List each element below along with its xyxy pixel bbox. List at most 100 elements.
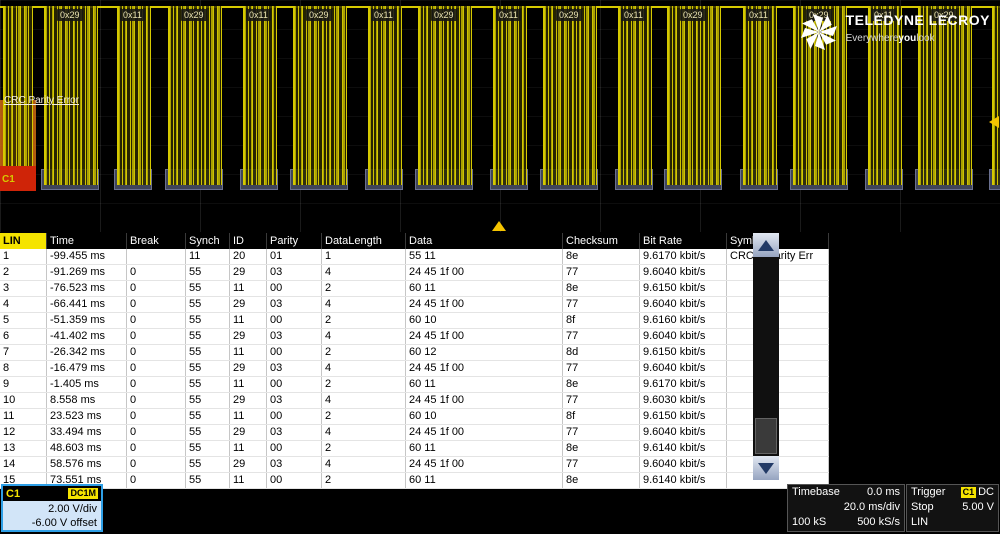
table-cell: 9.6170 kbit/s — [640, 377, 727, 393]
lin-frame-burst — [418, 6, 472, 185]
table-cell: 60 12 — [406, 345, 563, 361]
table-row[interactable]: 4-66.441 ms0552903424 45 1f 00779.6040 k… — [0, 297, 829, 313]
table-cell: 5 — [0, 313, 47, 329]
column-header-synch: Synch — [186, 233, 230, 249]
table-cell: 6 — [0, 329, 47, 345]
table-cell: 03 — [267, 297, 322, 313]
table-cell: 60 11 — [406, 377, 563, 393]
table-cell: 12 — [0, 425, 47, 441]
lin-frame-burst — [543, 6, 597, 185]
table-cell: 11 — [230, 473, 267, 489]
table-cell: 4 — [322, 297, 406, 313]
trigger-level-marker-icon[interactable] — [989, 116, 999, 128]
table-cell: 03 — [267, 425, 322, 441]
scroll-down-button[interactable] — [753, 456, 779, 480]
table-cell: 0 — [127, 265, 186, 281]
table-row[interactable]: 6-41.402 ms0552903424 45 1f 00779.6040 k… — [0, 329, 829, 345]
trigger-source-badge: C1 — [961, 487, 977, 498]
table-cell: 9.6150 kbit/s — [640, 409, 727, 425]
table-cell: 9.6150 kbit/s — [640, 345, 727, 361]
lin-frame-burst — [493, 6, 527, 185]
table-cell: 9.6140 kbit/s — [640, 473, 727, 489]
trigger-descriptor[interactable]: Trigger C1 DC Stop 5.00 V LIN — [906, 484, 999, 532]
table-row[interactable]: 108.558 ms0552903424 45 1f 00779.6030 kb… — [0, 393, 829, 409]
table-row[interactable]: 1458.576 ms0552903424 45 1f 00779.6040 k… — [0, 457, 829, 473]
table-cell: 33.494 ms — [47, 425, 127, 441]
table-cell: 00 — [267, 377, 322, 393]
table-row[interactable]: 5-51.359 ms0551100260 108f9.6160 kbit/s — [0, 313, 829, 329]
table-cell: -91.269 ms — [47, 265, 127, 281]
table-cell: 0 — [127, 441, 186, 457]
table-cell: 55 — [186, 409, 230, 425]
table-cell: 03 — [267, 361, 322, 377]
lin-frame-burst — [743, 6, 777, 185]
table-cell: 9.6040 kbit/s — [640, 329, 727, 345]
table-cell: 11 — [230, 377, 267, 393]
column-header-time: Time — [47, 233, 127, 249]
trigger-time-marker-icon[interactable] — [492, 221, 506, 231]
table-cell: -76.523 ms — [47, 281, 127, 297]
table-row[interactable]: 1-99.455 ms112001155 118e9.6170 kbit/sCR… — [0, 249, 829, 265]
table-row[interactable]: 7-26.342 ms0551100260 128d9.6150 kbit/s — [0, 345, 829, 361]
table-cell: 60 11 — [406, 441, 563, 457]
volts-per-div: 2.00 V/div — [7, 502, 97, 516]
table-cell: 29 — [230, 425, 267, 441]
table-row[interactable]: 1573.551 ms0551100260 118e9.6140 kbit/s — [0, 473, 829, 489]
table-cell: 77 — [563, 329, 640, 345]
table-cell: 60 10 — [406, 409, 563, 425]
table-cell: 24 45 1f 00 — [406, 457, 563, 473]
table-cell: 0 — [127, 329, 186, 345]
lin-frame-burst — [667, 6, 721, 185]
table-cell: 2 — [322, 377, 406, 393]
table-row[interactable]: 3-76.523 ms0551100260 118e9.6150 kbit/s — [0, 281, 829, 297]
table-cell: 9.6150 kbit/s — [640, 281, 727, 297]
arrow-up-icon — [758, 240, 774, 251]
table-cell: -26.342 ms — [47, 345, 127, 361]
table-cell: 55 — [186, 265, 230, 281]
table-cell: 0 — [127, 281, 186, 297]
table-cell: 11 — [230, 409, 267, 425]
table-cell: 2 — [322, 473, 406, 489]
table-cell: 4 — [0, 297, 47, 313]
table-cell: 29 — [230, 329, 267, 345]
table-row[interactable]: 2-91.269 ms0552903424 45 1f 00779.6040 k… — [0, 265, 829, 281]
table-cell: 11 — [230, 313, 267, 329]
table-cell: 00 — [267, 281, 322, 297]
table-cell: 00 — [267, 473, 322, 489]
timebase-descriptor[interactable]: Timebase 0.0 ms 20.0 ms/div 100 kS 500 k… — [787, 484, 905, 532]
table-cell: 60 11 — [406, 473, 563, 489]
table-cell: 24 45 1f 00 — [406, 361, 563, 377]
offset-value: -6.00 V offset — [7, 516, 97, 530]
table-row[interactable]: 1348.603 ms0551100260 118e9.6140 kbit/s — [0, 441, 829, 457]
scroll-up-button[interactable] — [753, 233, 779, 257]
waveform-display[interactable]: 0x290x110x290x110x290x110x290x110x290x11… — [0, 0, 1000, 232]
column-header-datalength: DataLength — [322, 233, 406, 249]
table-scrollbar[interactable] — [753, 233, 779, 480]
table-row[interactable]: 8-16.479 ms0552903424 45 1f 00779.6040 k… — [0, 361, 829, 377]
frame-id-label: 0x29 — [181, 9, 207, 21]
table-cell: 8 — [0, 361, 47, 377]
frame-id-label: 0x11 — [621, 9, 646, 21]
table-cell: 8e — [563, 281, 640, 297]
table-row[interactable]: 9-1.405 ms0551100260 118e9.6170 kbit/s — [0, 377, 829, 393]
table-cell: -16.479 ms — [47, 361, 127, 377]
scrollbar-track[interactable] — [753, 257, 779, 456]
table-row[interactable]: 1233.494 ms0552903424 45 1f 00779.6040 k… — [0, 425, 829, 441]
timebase-delay: 0.0 ms — [867, 485, 900, 500]
table-cell: 4 — [322, 265, 406, 281]
table-cell: 4 — [322, 361, 406, 377]
table-cell: 4 — [322, 457, 406, 473]
sample-count: 100 kS — [792, 515, 826, 530]
table-cell: -1.405 ms — [47, 377, 127, 393]
channel-descriptor-c1[interactable]: C1 DC1M 2.00 V/div -6.00 V offset — [1, 484, 103, 532]
channel-c1-trace-marker: C1 — [2, 174, 15, 185]
table-cell: 55 — [186, 313, 230, 329]
scrollbar-thumb[interactable] — [755, 418, 777, 454]
lin-frame-burst — [368, 6, 402, 185]
table-cell: 29 — [230, 457, 267, 473]
table-cell: 14 — [0, 457, 47, 473]
table-cell: 9.6170 kbit/s — [640, 249, 727, 265]
frame-id-label: 0x29 — [556, 9, 582, 21]
lecroy-starburst-icon — [799, 12, 839, 52]
table-row[interactable]: 1123.523 ms0551100260 108f9.6150 kbit/s — [0, 409, 829, 425]
